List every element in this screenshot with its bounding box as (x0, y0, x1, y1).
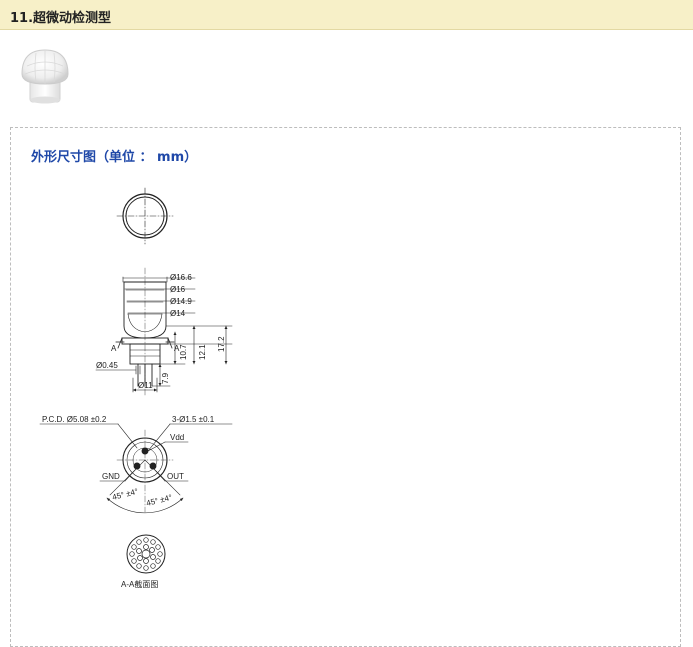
dim-h1: 10.7 (179, 344, 188, 360)
dimension-drawing: Ø16.6 Ø16 Ø14.9 Ø14 10.7 12.1 17.2 A A Ø… (39, 187, 233, 589)
gnd-label: GND (102, 472, 120, 481)
angle-right-label: 45° ±4° (145, 493, 173, 508)
vdd-label: Vdd (170, 433, 184, 442)
section-mark-left: A (111, 344, 117, 353)
dim-h2: 12.1 (198, 344, 207, 360)
bottom-view (39, 423, 233, 514)
dim-d3: Ø14.9 (170, 297, 192, 306)
out-label: OUT (167, 472, 184, 481)
dim-lead: 7.9 (161, 372, 170, 384)
section-mark-right: A (174, 344, 180, 353)
dim-d2: Ø16 (170, 285, 186, 294)
angle-left-label: 45° ±4° (111, 487, 139, 502)
top-view (116, 187, 174, 245)
pcd-label: P.C.D. Ø5.08 ±0.2 (42, 415, 107, 424)
dim-d4: Ø14 (170, 309, 186, 318)
holes-label: 3-Ø1.5 ±0.1 (172, 415, 215, 424)
dim-d1: Ø16.6 (170, 273, 192, 282)
dim-pin: Ø0.45 (96, 361, 118, 370)
dim-base: Ø11 (138, 381, 153, 390)
section-caption: A-A截面图 (121, 579, 158, 589)
section-view-lens (126, 534, 166, 574)
dim-h3: 17.2 (217, 336, 226, 352)
